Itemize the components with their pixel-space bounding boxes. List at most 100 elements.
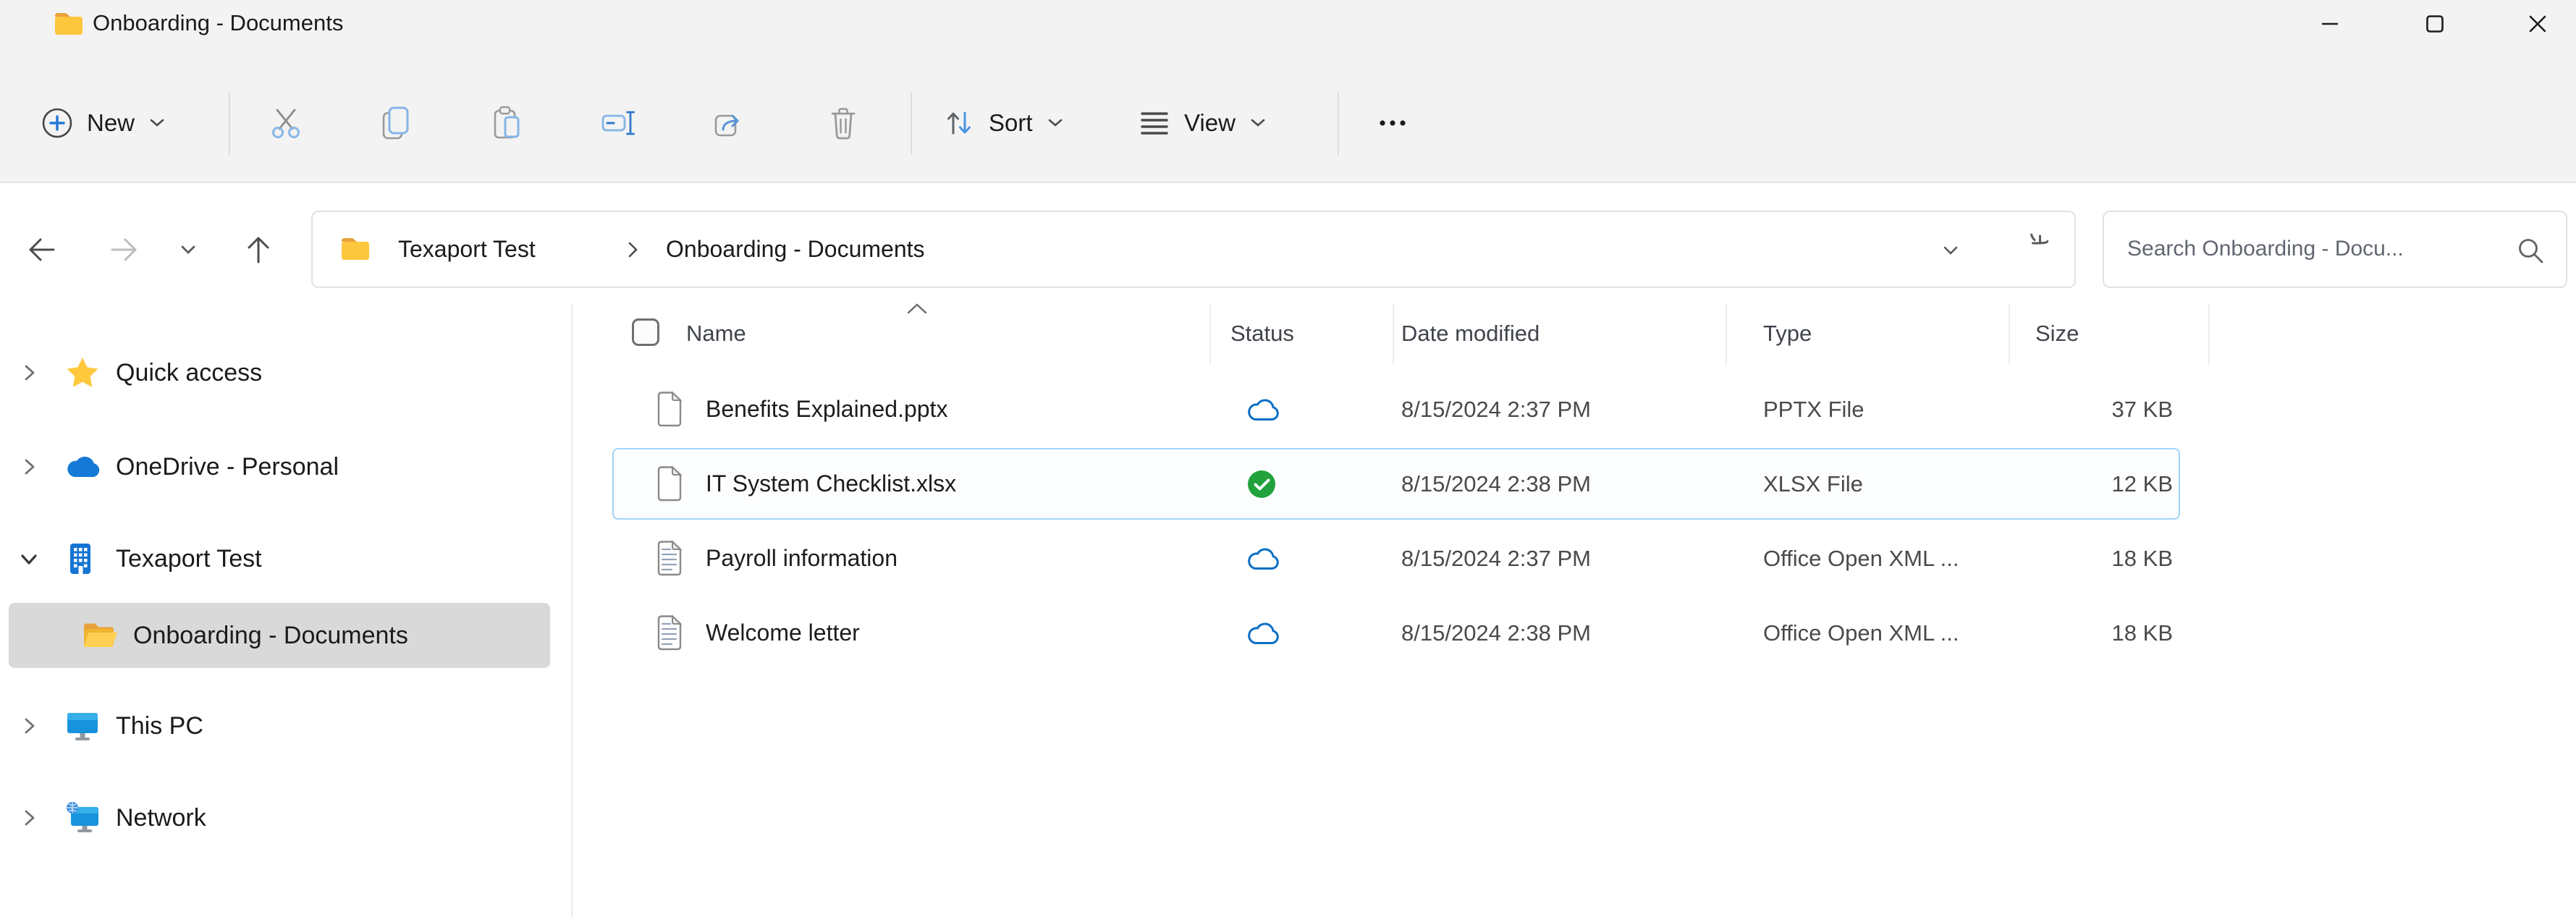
copy-button[interactable] (357, 85, 432, 161)
more-options-button[interactable] (1355, 85, 1430, 161)
maximize-button[interactable] (2400, 6, 2470, 42)
close-icon (2525, 12, 2550, 36)
sidebar-item-this-pc[interactable]: This PC (0, 693, 566, 759)
status-synced-icon (1246, 469, 1277, 499)
share-button[interactable] (693, 85, 769, 161)
file-size: 37 KB (1956, 372, 2173, 447)
document-text-icon (655, 540, 685, 578)
toolbar-separator (229, 93, 230, 155)
sort-button[interactable]: Sort (942, 85, 1065, 161)
sort-button-label: Sort (989, 109, 1033, 137)
search-input[interactable] (2126, 216, 2505, 282)
forward-button[interactable] (99, 224, 150, 275)
file-explorer-window: Onboarding - Documents (0, 0, 2576, 917)
toolbar-separator (911, 93, 912, 155)
rename-button[interactable] (581, 85, 656, 161)
file-row[interactable]: Benefits Explained.pptx 8/15/2024 2:37 P… (0, 372, 2244, 447)
file-date-modified: 8/15/2024 2:38 PM (1401, 447, 1591, 521)
arrow-left-icon (24, 232, 59, 267)
arrow-up-icon (241, 232, 276, 267)
view-button-label: View (1184, 109, 1236, 137)
file-icon (655, 391, 685, 428)
address-bar[interactable]: Texaport Test Onboarding - Documents (311, 211, 2076, 288)
status-cloud-icon (1246, 397, 1280, 423)
file-size: 12 KB (1956, 447, 2173, 521)
minimize-icon (2318, 12, 2342, 36)
up-button[interactable] (233, 224, 284, 275)
address-dropdown-button[interactable] (1940, 240, 1961, 261)
chevron-right-icon[interactable] (17, 714, 41, 738)
column-header-size[interactable]: Size (2035, 310, 2079, 358)
sidebar-item-label: This PC (116, 693, 203, 759)
column-divider[interactable] (2208, 304, 2210, 365)
file-type: Office Open XML ... (1763, 521, 1959, 596)
chevron-down-icon (177, 239, 199, 261)
column-header-type[interactable]: Type (1763, 310, 1812, 358)
column-header-status[interactable]: Status (1230, 310, 1294, 358)
paste-button[interactable] (469, 85, 544, 161)
file-row[interactable]: Payroll information 8/15/2024 2:37 PM Of… (0, 521, 2244, 596)
new-button-label: New (87, 109, 135, 137)
back-button[interactable] (16, 224, 67, 275)
recent-locations-button[interactable] (168, 224, 208, 275)
file-size: 18 KB (1956, 521, 2173, 596)
scissors-icon (269, 106, 303, 140)
status-cloud-icon (1246, 546, 1280, 572)
view-button[interactable]: View (1138, 85, 1267, 161)
chevron-right-icon[interactable] (625, 240, 641, 259)
file-name: IT System Checklist.xlsx (706, 447, 956, 521)
maximize-icon (2423, 12, 2447, 36)
column-divider[interactable] (2009, 304, 2010, 365)
chevron-down-icon (148, 117, 166, 130)
column-divider[interactable] (1393, 304, 1394, 365)
file-row[interactable]: Welcome letter 8/15/2024 2:38 PM Office … (0, 596, 2244, 670)
file-size: 18 KB (1956, 596, 2173, 670)
column-divider[interactable] (1726, 304, 1727, 365)
minimize-button[interactable] (2295, 6, 2365, 42)
arrow-right-icon (107, 232, 142, 267)
breadcrumb-root[interactable]: Texaport Test (398, 212, 536, 287)
share-icon (713, 106, 749, 140)
search-box[interactable] (2103, 211, 2567, 288)
new-button[interactable]: New (41, 85, 166, 161)
copy-icon (377, 105, 412, 141)
sort-ascending-caret-icon (905, 302, 929, 316)
file-type: Office Open XML ... (1763, 596, 1959, 670)
sort-icon (942, 106, 976, 140)
file-date-modified: 8/15/2024 2:37 PM (1401, 372, 1591, 447)
file-type: XLSX File (1763, 447, 1863, 521)
breadcrumb-current[interactable]: Onboarding - Documents (666, 212, 925, 287)
column-header-date-modified[interactable]: Date modified (1401, 310, 1540, 358)
network-icon (65, 801, 100, 834)
sidebar-item-network[interactable]: Network (0, 785, 566, 851)
chevron-down-icon (1249, 117, 1267, 130)
file-name: Welcome letter (706, 596, 860, 670)
document-text-icon (655, 614, 685, 652)
title-bar: Onboarding - Documents (0, 0, 2576, 46)
file-name: Benefits Explained.pptx (706, 372, 947, 447)
top-chrome: Onboarding - Documents (0, 0, 2576, 183)
file-row[interactable]: IT System Checklist.xlsx 8/15/2024 2:38 … (0, 447, 2244, 521)
file-name: Payroll information (706, 521, 898, 596)
search-icon (2515, 235, 2546, 266)
file-icon (655, 465, 685, 503)
ellipsis-icon (1377, 117, 1409, 129)
plus-circle-icon (41, 106, 74, 140)
select-all-checkbox[interactable] (632, 318, 659, 346)
delete-button[interactable] (806, 85, 881, 161)
chevron-down-icon (1046, 117, 1065, 130)
toolbar-separator (1338, 93, 1339, 155)
rename-icon (601, 106, 637, 140)
close-button[interactable] (2503, 6, 2572, 42)
chevron-right-icon[interactable] (17, 806, 41, 829)
file-type: PPTX File (1763, 372, 1865, 447)
refresh-button[interactable] (2015, 234, 2048, 267)
monitor-icon (65, 710, 100, 742)
window-title: Onboarding - Documents (93, 0, 343, 46)
paste-icon (490, 105, 523, 141)
cut-button[interactable] (248, 85, 324, 161)
column-header-name[interactable]: Name (686, 310, 746, 358)
column-divider[interactable] (1209, 304, 1211, 365)
trash-icon (827, 105, 860, 141)
file-date-modified: 8/15/2024 2:37 PM (1401, 521, 1591, 596)
